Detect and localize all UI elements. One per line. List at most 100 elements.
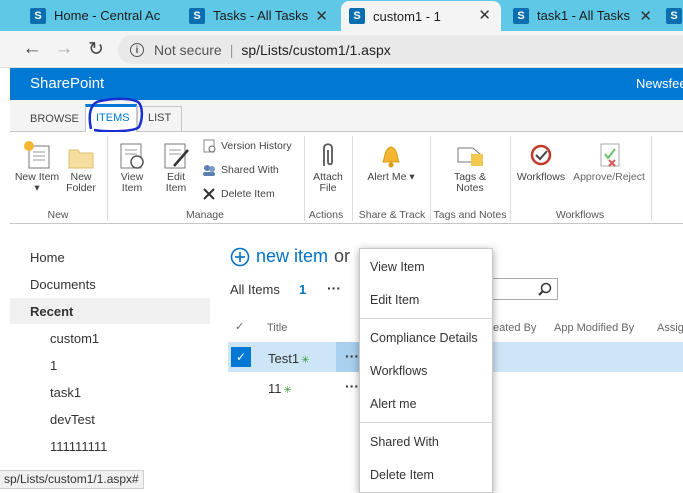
menu-item-alert-me[interactable]: Alert me xyxy=(370,397,417,411)
reload-icon[interactable]: ↻ xyxy=(84,37,108,61)
browser-tab-task1[interactable]: S task1 - All Tasks ✕ xyxy=(505,2,662,29)
new-item-label: New Item xyxy=(14,171,60,183)
address-bar: ← → ↻ i Not secure | sp/Lists/custom1/1.… xyxy=(0,31,683,68)
menu-divider xyxy=(360,422,492,423)
group-label-tags-notes: Tags and Notes xyxy=(433,209,507,221)
browser-tab-custom1[interactable]: S custom1 - 1 ✕ xyxy=(341,1,501,31)
alert-me-button[interactable]: Alert Me ▾ xyxy=(360,140,422,183)
folder-icon xyxy=(68,149,94,169)
group-label-share-track: Share & Track xyxy=(358,209,426,221)
select-all-checkmark-icon[interactable]: ✓ xyxy=(235,320,244,333)
column-header-assigned[interactable]: Assig xyxy=(657,322,683,334)
new-item-icon xyxy=(24,141,50,169)
menu-item-compliance-details[interactable]: Compliance Details xyxy=(370,331,478,345)
browser-tab-partial[interactable]: S xyxy=(666,2,683,29)
shared-with-button[interactable]: Shared With xyxy=(202,163,279,177)
delete-item-label: Delete Item xyxy=(221,188,275,200)
tab-label: task1 - All Tasks xyxy=(537,8,630,23)
view-more-button[interactable]: ··· xyxy=(327,280,341,296)
back-icon[interactable]: ← xyxy=(20,37,44,61)
new-folder-label: New Folder xyxy=(66,171,96,194)
ribbon-divider xyxy=(352,136,353,221)
view-item-button[interactable]: View Item xyxy=(112,140,152,194)
item-context-menu: View Item Edit Item Compliance Details W… xyxy=(359,248,493,493)
sharepoint-favicon-icon: S xyxy=(666,7,682,24)
browser-tab-tasks[interactable]: S Tasks - All Tasks ✕ xyxy=(181,2,338,29)
delete-item-button[interactable]: Delete Item xyxy=(202,187,275,201)
new-folder-button[interactable]: New Folder xyxy=(60,140,102,194)
menu-item-delete-item[interactable]: Delete Item xyxy=(370,468,434,482)
new-item-star-icon: ✳ xyxy=(283,385,292,396)
url-divider: | xyxy=(229,41,234,58)
row-title-text: Test1 xyxy=(268,351,300,366)
nav-recent-item[interactable]: task1 xyxy=(50,385,81,400)
suite-bar: SharePoint Newsfee xyxy=(10,68,683,100)
column-header-app-modified-by[interactable]: App Modified By xyxy=(554,322,634,334)
new-item-link[interactable]: new item or xyxy=(230,246,350,267)
menu-item-shared-with[interactable]: Shared With xyxy=(370,435,439,449)
nav-documents[interactable]: Documents xyxy=(30,277,96,292)
tab-label: custom1 - 1 xyxy=(373,8,441,24)
brand-title[interactable]: SharePoint xyxy=(30,75,104,92)
attach-file-button[interactable]: Attach File xyxy=(308,140,348,194)
row-title-link[interactable]: Test1 ✳ xyxy=(268,351,309,366)
group-label-manage: Manage xyxy=(186,209,224,221)
attach-file-label: Attach File xyxy=(313,171,343,194)
tags-notes-label: Tags & Notes xyxy=(453,171,487,194)
forward-icon[interactable]: → xyxy=(52,37,76,61)
or-text: or xyxy=(334,246,351,266)
close-icon[interactable]: ✕ xyxy=(478,6,491,24)
nav-recent-item[interactable]: devTest xyxy=(50,412,95,427)
approve-reject-button[interactable]: Approve/Reject xyxy=(570,140,648,183)
view-all-items[interactable]: All Items xyxy=(230,282,280,297)
nav-home[interactable]: Home xyxy=(30,250,65,265)
version-history-button[interactable]: Version History xyxy=(202,139,292,153)
view-item-label: View Item xyxy=(120,171,144,194)
row-ellipsis-button[interactable]: ··· xyxy=(336,342,360,372)
workflows-button[interactable]: Workflows xyxy=(515,140,567,183)
approve-reject-icon xyxy=(600,143,620,167)
ribbon-divider xyxy=(107,136,108,221)
tags-notes-button[interactable]: Tags & Notes xyxy=(440,140,500,194)
view-count[interactable]: 1 xyxy=(299,282,306,297)
ribbon: New Item ▾ New Folder New View Item Edit… xyxy=(10,132,683,224)
nav-recent-item[interactable]: 111111111 xyxy=(50,439,107,454)
new-item-star-icon: ✳ xyxy=(301,355,310,366)
status-bar: sp/Lists/custom1/1.aspx# xyxy=(0,470,144,489)
nav-recent-item[interactable]: 1 xyxy=(50,358,57,373)
edit-item-button[interactable]: Edit Item xyxy=(156,140,196,194)
url-field[interactable]: i Not secure | sp/Lists/custom1/1.aspx xyxy=(118,35,683,64)
sharepoint-favicon-icon: S xyxy=(513,7,529,24)
row-title-text: 11 xyxy=(268,381,282,396)
column-header-title[interactable]: Title xyxy=(267,322,287,334)
close-icon[interactable]: ✕ xyxy=(639,7,652,25)
url-text: sp/Lists/custom1/1.aspx xyxy=(241,41,391,58)
nav-recent[interactable]: Recent xyxy=(30,304,73,319)
users-icon xyxy=(203,165,215,176)
bell-icon xyxy=(382,146,400,168)
shared-with-label: Shared With xyxy=(221,164,279,176)
security-label: Not secure xyxy=(154,41,222,58)
row-checkbox-checked[interactable]: ✓ xyxy=(231,347,251,367)
browser-tab-home[interactable]: S Home - Central Ac xyxy=(22,2,178,29)
tab-browse[interactable]: BROWSE xyxy=(20,109,89,132)
search-icon[interactable] xyxy=(538,282,553,297)
tab-label: Tasks - All Tasks xyxy=(213,8,309,23)
ribbon-divider xyxy=(510,136,511,221)
column-header-created-by[interactable]: eated By xyxy=(493,322,536,334)
tab-label: Home - Central Ac xyxy=(54,8,161,23)
info-icon[interactable]: i xyxy=(130,42,144,57)
menu-item-view-item[interactable]: View Item xyxy=(370,260,425,274)
ribbon-divider xyxy=(304,136,305,221)
ellipsis-icon: ··· xyxy=(345,348,359,364)
row-title-link[interactable]: 11 ✳ xyxy=(268,381,292,396)
menu-divider xyxy=(360,318,492,319)
menu-item-workflows[interactable]: Workflows xyxy=(370,364,427,378)
newsfeed-link[interactable]: Newsfee xyxy=(636,76,683,91)
new-item-button[interactable]: New Item ▾ xyxy=(14,140,60,194)
row-ellipsis-button[interactable]: ··· xyxy=(345,378,359,394)
menu-item-edit-item[interactable]: Edit Item xyxy=(370,293,419,307)
add-circle-icon xyxy=(230,247,250,266)
nav-recent-item[interactable]: custom1 xyxy=(50,331,99,346)
close-icon[interactable]: ✕ xyxy=(315,7,328,25)
